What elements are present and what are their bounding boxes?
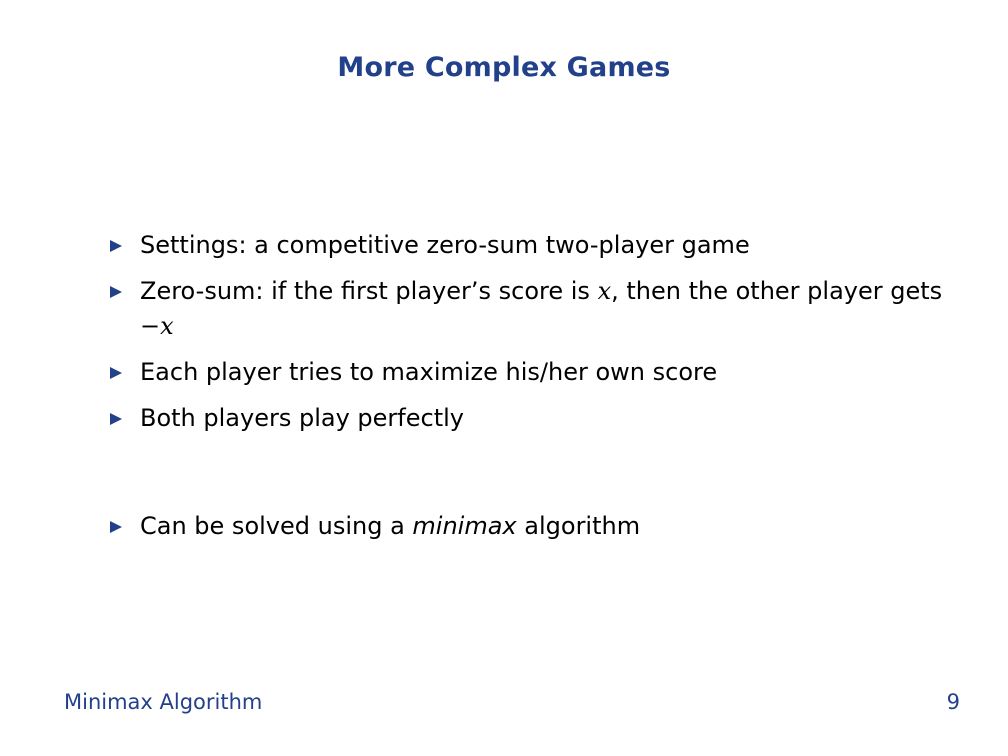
math-operator: − <box>140 312 161 340</box>
bullet-text: algorithm <box>516 512 641 540</box>
triangle-right-icon <box>110 521 122 533</box>
bullet-text: Each player tries to maximize his/her ow… <box>140 358 718 386</box>
list-item: Both players play perfectly <box>108 401 948 436</box>
math-variable: x <box>160 312 174 340</box>
page-number: 9 <box>946 690 960 714</box>
bullet-text: Both players play perfectly <box>140 404 464 432</box>
triangle-right-icon <box>110 240 122 252</box>
bullet-text: Settings: a competitive zero-sum two-pla… <box>140 231 750 259</box>
triangle-right-icon <box>110 413 122 425</box>
list-item: Each player tries to maximize his/her ow… <box>108 355 948 390</box>
bullet-text: , then the other player gets <box>611 277 943 305</box>
bullet-list: Settings: a competitive zero-sum two-pla… <box>108 228 948 555</box>
bullet-text: Can be solved using a <box>140 512 413 540</box>
slide-title: More Complex Games <box>337 52 671 83</box>
bullet-text: Zero-sum: if the first player’s score is <box>140 277 598 305</box>
list-item: Settings: a competitive zero-sum two-pla… <box>108 228 948 263</box>
list-item: Zero-sum: if the first player’s score is… <box>108 274 948 344</box>
math-variable: x <box>597 277 612 305</box>
emphasized-term: minimax <box>412 512 517 540</box>
list-item: Can be solved using a minimax algorithm <box>108 509 948 544</box>
triangle-right-icon <box>110 367 122 379</box>
triangle-right-icon <box>110 286 122 298</box>
footer-section-title: Minimax Algorithm <box>64 690 263 714</box>
